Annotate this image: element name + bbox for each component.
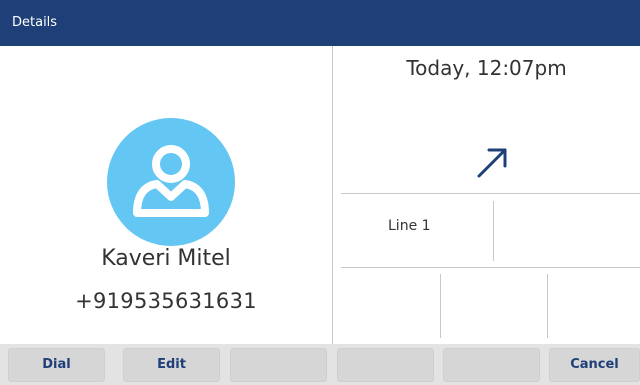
softkey-bar: Dial Edit Cancel xyxy=(0,344,640,385)
line-label: Line 1 xyxy=(388,218,431,234)
edit-button[interactable]: Edit xyxy=(123,348,220,382)
dial-button[interactable]: Dial xyxy=(8,348,105,382)
contact-number: +919535631631 xyxy=(75,289,257,313)
divider xyxy=(493,201,494,261)
cancel-button[interactable]: Cancel xyxy=(549,348,640,382)
call-details-panel: Today, 12:07pm Line 1 xyxy=(333,46,640,344)
page-title: Details xyxy=(12,15,58,30)
avatar xyxy=(107,118,235,246)
divider xyxy=(440,274,441,338)
contact-panel: Kaveri Mitel +919535631631 xyxy=(0,46,332,344)
divider xyxy=(547,274,548,338)
softkey-empty-5[interactable] xyxy=(443,348,540,382)
title-bar: Details xyxy=(0,0,640,46)
contact-name: Kaveri Mitel xyxy=(101,246,231,271)
softkey-empty-4[interactable] xyxy=(337,348,434,382)
softkey-empty-3[interactable] xyxy=(230,348,327,382)
divider xyxy=(341,267,640,268)
call-time: Today, 12:07pm xyxy=(406,56,567,80)
divider xyxy=(341,193,640,194)
outgoing-call-arrow-icon xyxy=(477,148,507,178)
person-icon xyxy=(133,145,209,217)
